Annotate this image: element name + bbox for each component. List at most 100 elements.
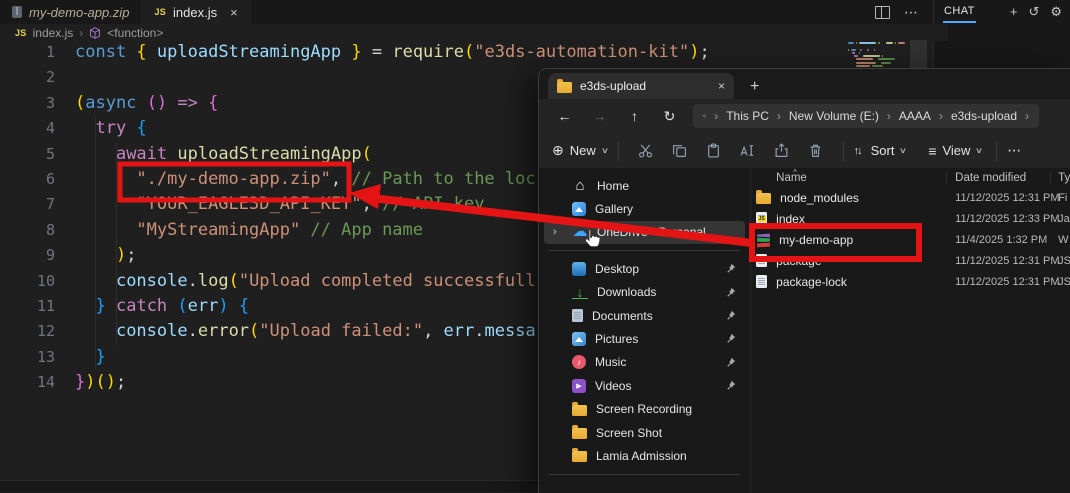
sidebar-item-desktop[interactable]: Desktop (544, 257, 745, 280)
command-bar: ⊕ New ∨ ↑↓ Sort ∨ ≡ View ∨ ⋯ (539, 133, 1070, 169)
line-number: 1 (0, 40, 55, 65)
code-token: catch (116, 296, 167, 316)
sidebar-item-videos[interactable]: ▶ Videos (544, 374, 745, 397)
sidebar-item-screen-recording[interactable]: Screen Recording (544, 398, 745, 421)
code-token: "Upload failed:" (259, 321, 423, 341)
share-icon[interactable] (765, 143, 799, 158)
js-icon: JS (15, 28, 27, 38)
code-text: (async () => { (75, 91, 218, 116)
sidebar-item-gallery[interactable]: Gallery (544, 197, 745, 220)
code-token: ( (464, 42, 474, 62)
editor-more-actions-icon[interactable]: ⋯ (904, 4, 919, 21)
sidebar-item-downloads[interactable]: ↓Downloads (544, 281, 745, 304)
file-name: package-lock (776, 275, 847, 289)
code-token (106, 296, 116, 316)
address-crumb[interactable]: e3ds-upload (951, 109, 1017, 123)
code-token: { (136, 118, 146, 138)
address-bar: ← → ↑ ↻ ›This PC›New Volume (E:)›AAAA›e3… (539, 99, 1070, 133)
close-tab-icon[interactable]: × (718, 79, 725, 93)
more-options-icon[interactable]: ⋯ (1007, 142, 1022, 159)
delete-icon[interactable] (799, 143, 833, 158)
rename-icon[interactable] (731, 143, 765, 158)
new-button[interactable]: ⊕ New ∨ (552, 142, 608, 159)
code-token (75, 118, 95, 138)
minimap-slider[interactable] (910, 40, 927, 68)
folder-icon (557, 82, 572, 93)
code-text: })(); (75, 370, 126, 395)
line-number: 2 (0, 65, 55, 90)
file-row-my-demo-app[interactable]: my-demo-app11/4/2025 1:32 PMW (751, 229, 1070, 250)
code-token: = (362, 42, 393, 62)
sidebar-item-documents[interactable]: Documents (544, 304, 745, 327)
folder-icon (572, 451, 587, 462)
tab-my-demo-app-zip[interactable]: my-demo-app.zip (0, 0, 142, 24)
sidebar-item-onedrive-personal[interactable]: ›☁OneDrive - Personal (544, 221, 745, 244)
forward-icon[interactable]: → (582, 108, 617, 124)
refresh-icon[interactable]: ↻ (652, 108, 687, 125)
chevron-down-icon: ∨ (899, 146, 907, 155)
tab-index-js[interactable]: JS index.js × (142, 0, 250, 24)
sidebar-item-label: Home (597, 179, 629, 193)
close-tab-icon[interactable]: × (230, 5, 238, 20)
copy-icon[interactable] (663, 143, 697, 158)
address-path[interactable]: ›This PC›New Volume (E:)›AAAA›e3ds-uploa… (693, 104, 1039, 128)
zip-archive-icon (756, 233, 770, 247)
sidebar-item-screen-shot[interactable]: Screen Shot (544, 421, 745, 444)
chevron-expand-icon[interactable]: › (553, 226, 557, 238)
sidebar-item-label: Screen Recording (596, 402, 692, 416)
column-header-name[interactable]: ^Name (751, 172, 947, 184)
cut-icon[interactable] (629, 143, 663, 158)
minimap-line (848, 42, 906, 44)
file-explorer-window: e3ds-upload × + ← → ↑ ↻ › This PC › New Vol… (538, 68, 1070, 493)
file-type: JS (1051, 276, 1070, 288)
address-crumb[interactable]: This PC (726, 109, 769, 123)
sort-button[interactable]: ↑↓ Sort ∨ (854, 143, 907, 158)
view-button[interactable]: ≡ View ∨ (928, 143, 982, 159)
breadcrumb-symbol[interactable]: <function> (107, 26, 163, 40)
code-token (167, 144, 177, 164)
address-crumb[interactable]: New Volume (E:) (789, 109, 879, 123)
code-token: ; (699, 42, 709, 62)
code-token: uploadStreamingApp (157, 42, 341, 62)
new-tab-icon[interactable]: + (750, 78, 759, 99)
minimap-line (848, 65, 906, 67)
file-row-index[interactable]: JSindex11/12/2025 12:33 PMJa (751, 208, 1070, 229)
line-number: 3 (0, 91, 55, 116)
split-editor-icon[interactable] (875, 6, 890, 19)
code-token: ) (116, 245, 126, 265)
code-token: . (474, 321, 484, 341)
code-token: , (331, 169, 341, 189)
sidebar-item-pictures[interactable]: Pictures (544, 327, 745, 350)
code-token: err (188, 296, 219, 316)
column-header-type[interactable]: Ty (1051, 172, 1070, 184)
code-token (229, 296, 239, 316)
minimap-line (848, 62, 906, 64)
column-header-date-modified[interactable]: Date modified (947, 172, 1051, 184)
sidebar-item-home[interactable]: ⌂Home (544, 174, 745, 197)
chevron-right-icon: › (1025, 109, 1029, 123)
file-name: package (776, 254, 821, 268)
sidebar-item-label: Screen Shot (596, 426, 662, 440)
paste-icon[interactable] (697, 143, 731, 158)
back-icon[interactable]: ← (547, 108, 582, 124)
up-icon[interactable]: ↑ (617, 108, 652, 124)
videos-icon: ▶ (572, 379, 586, 393)
sidebar-item-label: Videos (595, 379, 631, 393)
chevron-right-icon: › (714, 109, 718, 123)
file-date-modified: 11/12/2025 12:31 PM (947, 255, 1051, 267)
sidebar-item-lamia-admission[interactable]: Lamia Admission (544, 444, 745, 467)
code-text: "YOUR_EAGLE3D_API_KEY", // API key (75, 192, 484, 217)
code-token: => (177, 93, 197, 113)
file-row-package-lock[interactable]: package-lock11/12/2025 12:31 PMJS (751, 271, 1070, 292)
explorer-tab[interactable]: e3ds-upload × (548, 73, 734, 99)
tab-label: index.js (173, 5, 217, 20)
file-row-node_modules[interactable]: node_modules11/12/2025 12:31 PMFi (751, 187, 1070, 208)
gallery-icon (572, 202, 586, 216)
code-line-1[interactable]: 1const { uploadStreamingApp } = require(… (0, 40, 933, 65)
sidebar-item-music[interactable]: ♪Music (544, 351, 745, 374)
js-icon: JS (154, 7, 166, 17)
address-crumb[interactable]: AAAA (899, 109, 931, 123)
file-name: my-demo-app (779, 233, 853, 247)
file-row-package[interactable]: package11/12/2025 12:31 PMJS (751, 250, 1070, 271)
breadcrumb-file[interactable]: index.js (33, 26, 74, 40)
